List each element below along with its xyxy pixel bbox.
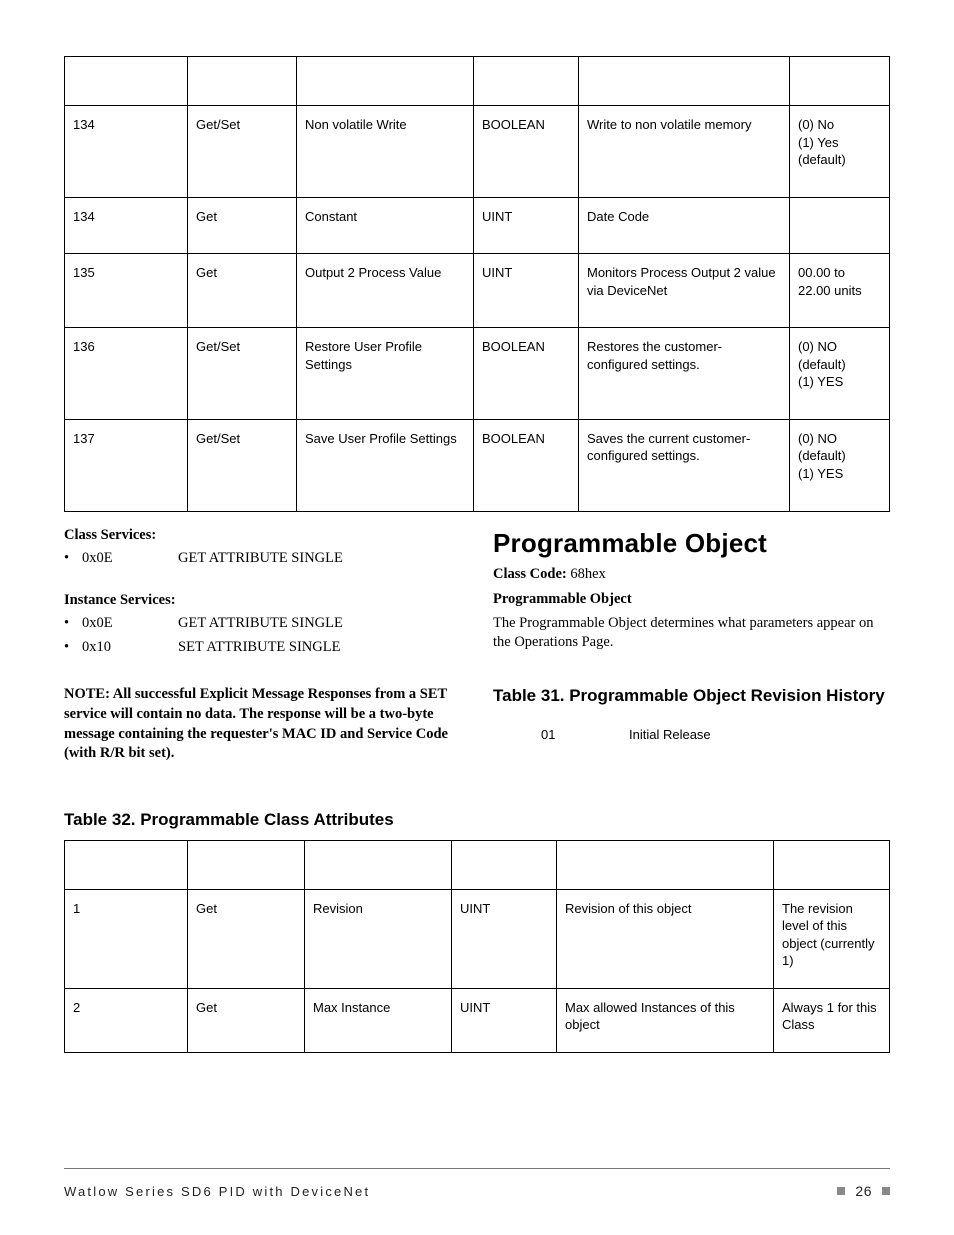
page-number: 26 <box>855 1183 872 1199</box>
programmable-object-heading: Programmable Object <box>493 526 890 561</box>
attr-range: Always 1 for this Class <box>774 988 890 1052</box>
attr-access: Get/Set <box>188 106 297 198</box>
attr-access: Get <box>188 889 305 988</box>
service-name: SET ATTRIBUTE SINGLE <box>178 638 340 658</box>
attr-name: Constant <box>297 197 474 254</box>
attr-name: Max Instance <box>305 988 452 1052</box>
attr-desc: Monitors Process Output 2 value via Devi… <box>579 254 790 328</box>
programmable-object-desc: The Programmable Object determines what … <box>493 614 890 653</box>
table-row: 1 Get Revision UINT Revision of this obj… <box>65 889 890 988</box>
attr-range: (0) NO (default) (1) YES <box>790 419 890 511</box>
attr-access: Get <box>188 197 297 254</box>
attr-id: 136 <box>65 328 188 420</box>
table-row: 135 Get Output 2 Process Value UINT Moni… <box>65 254 890 328</box>
attr-type: UINT <box>452 988 557 1052</box>
programmable-object-subheading: Programmable Object <box>493 590 890 610</box>
revision-text: Initial Release <box>629 726 711 744</box>
bullet-icon: • <box>64 549 82 569</box>
table-row: 134 Get/Set Non volatile Write BOOLEAN W… <box>65 106 890 198</box>
attr-type: UINT <box>474 197 579 254</box>
attr-id: 2 <box>65 988 188 1052</box>
attr-range: (0) No (1) Yes (default) <box>790 106 890 198</box>
attr-name: Save User Profile Settings <box>297 419 474 511</box>
attr-type: BOOLEAN <box>474 419 579 511</box>
class-attributes-table: 1 Get Revision UINT Revision of this obj… <box>64 840 890 1053</box>
attr-range <box>790 197 890 254</box>
attr-name: Output 2 Process Value <box>297 254 474 328</box>
class-code-line: Class Code: 68hex <box>493 565 890 585</box>
note-text: NOTE: All successful Explicit Message Re… <box>64 685 461 763</box>
service-item: • 0x0E GET ATTRIBUTE SINGLE <box>64 549 461 569</box>
attr-desc: Max allowed Instances of this object <box>557 988 774 1052</box>
attr-desc: Write to non volatile memory <box>579 106 790 198</box>
attr-desc: Date Code <box>579 197 790 254</box>
table31-title: Table 31. Programmable Object Revision H… <box>493 685 890 708</box>
square-icon <box>837 1187 845 1195</box>
service-code: 0x0E <box>82 549 178 569</box>
attr-desc: Restores the customer-configured setting… <box>579 328 790 420</box>
attr-name: Non volatile Write <box>297 106 474 198</box>
attr-id: 134 <box>65 106 188 198</box>
service-name: GET ATTRIBUTE SINGLE <box>178 614 343 634</box>
attr-id: 135 <box>65 254 188 328</box>
attr-type: UINT <box>452 889 557 988</box>
attr-range: (0) NO (default) (1) YES <box>790 328 890 420</box>
table-header-row <box>65 840 890 889</box>
service-code: 0x0E <box>82 614 178 634</box>
attr-access: Get <box>188 254 297 328</box>
attr-desc: Revision of this object <box>557 889 774 988</box>
footer-title: Watlow Series SD6 PID with DeviceNet <box>64 1184 370 1199</box>
attr-access: Get <box>188 988 305 1052</box>
table-row: 134 Get Constant UINT Date Code <box>65 197 890 254</box>
attr-id: 134 <box>65 197 188 254</box>
table-header-row <box>65 57 890 106</box>
service-name: GET ATTRIBUTE SINGLE <box>178 549 343 569</box>
class-code-value: 68hex <box>567 566 606 582</box>
table-row: 2 Get Max Instance UINT Max allowed Inst… <box>65 988 890 1052</box>
attr-name: Revision <box>305 889 452 988</box>
table32-title: Table 32. Programmable Class Attributes <box>64 810 890 830</box>
class-code-label: Class Code: <box>493 566 567 582</box>
service-item: • 0x0E GET ATTRIBUTE SINGLE <box>64 614 461 634</box>
attr-desc: Saves the current customer-configured se… <box>579 419 790 511</box>
instance-services-heading: Instance Services: <box>64 591 461 611</box>
table-row: 136 Get/Set Restore User Profile Setting… <box>65 328 890 420</box>
attr-range: 00.00 to 22.00 units <box>790 254 890 328</box>
attribute-table-top: 134 Get/Set Non volatile Write BOOLEAN W… <box>64 56 890 512</box>
bullet-icon: • <box>64 614 82 634</box>
revision-row: 01 Initial Release <box>541 726 890 744</box>
attr-type: UINT <box>474 254 579 328</box>
revision-code: 01 <box>541 726 629 744</box>
attr-access: Get/Set <box>188 328 297 420</box>
page-footer: Watlow Series SD6 PID with DeviceNet 26 <box>64 1168 890 1199</box>
square-icon <box>882 1187 890 1195</box>
service-code: 0x10 <box>82 638 178 658</box>
attr-id: 1 <box>65 889 188 988</box>
class-services-heading: Class Services: <box>64 526 461 546</box>
attr-range: The revision level of this object (curre… <box>774 889 890 988</box>
attr-type: BOOLEAN <box>474 106 579 198</box>
attr-access: Get/Set <box>188 419 297 511</box>
service-item: • 0x10 SET ATTRIBUTE SINGLE <box>64 638 461 658</box>
bullet-icon: • <box>64 638 82 658</box>
table-row: 137 Get/Set Save User Profile Settings B… <box>65 419 890 511</box>
attr-name: Restore User Profile Settings <box>297 328 474 420</box>
attr-id: 137 <box>65 419 188 511</box>
attr-type: BOOLEAN <box>474 328 579 420</box>
